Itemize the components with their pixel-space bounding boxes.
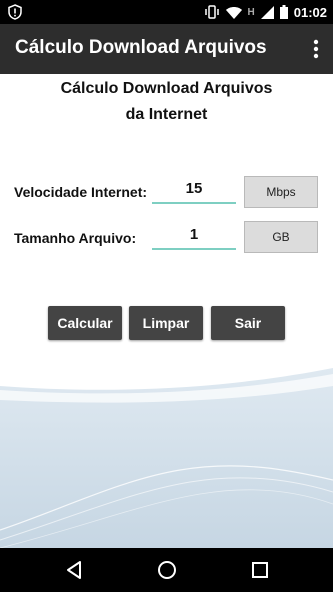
- heading-line-2: da Internet: [125, 106, 208, 123]
- network-type: H: [247, 6, 255, 18]
- size-input[interactable]: 1: [152, 224, 236, 250]
- page-heading: Cálculo Download Arquivos da Internet: [0, 76, 333, 128]
- vibrate-icon: [204, 5, 220, 19]
- size-unit-button[interactable]: GB: [244, 221, 318, 253]
- status-icons: H 01:02: [204, 0, 327, 24]
- wifi-icon: [225, 6, 242, 19]
- shield-icon: [8, 4, 22, 20]
- app-title: Cálculo Download Arquivos: [15, 37, 267, 58]
- clock: 01:02: [293, 4, 327, 20]
- recents-icon[interactable]: [248, 558, 272, 582]
- signal-icon: [260, 5, 274, 19]
- navigation-bar: [0, 548, 333, 592]
- back-icon[interactable]: [62, 558, 86, 582]
- more-vert-icon[interactable]: [311, 38, 321, 60]
- clear-button[interactable]: Limpar: [129, 306, 203, 340]
- speed-input[interactable]: 15: [152, 178, 236, 204]
- speed-label: Velocidade Internet:: [14, 184, 148, 200]
- battery-icon: [279, 5, 288, 19]
- app-bar: Cálculo Download Arquivos: [0, 24, 333, 74]
- status-bar: H 01:02: [0, 0, 333, 24]
- background-decoration: [0, 360, 333, 549]
- exit-button[interactable]: Sair: [211, 306, 285, 340]
- speed-unit-button[interactable]: Mbps: [244, 176, 318, 208]
- calculate-button[interactable]: Calcular: [48, 306, 122, 340]
- size-label: Tamanho Arquivo:: [14, 230, 137, 246]
- home-icon[interactable]: [155, 558, 179, 582]
- heading-line-1: Cálculo Download Arquivos: [60, 80, 273, 97]
